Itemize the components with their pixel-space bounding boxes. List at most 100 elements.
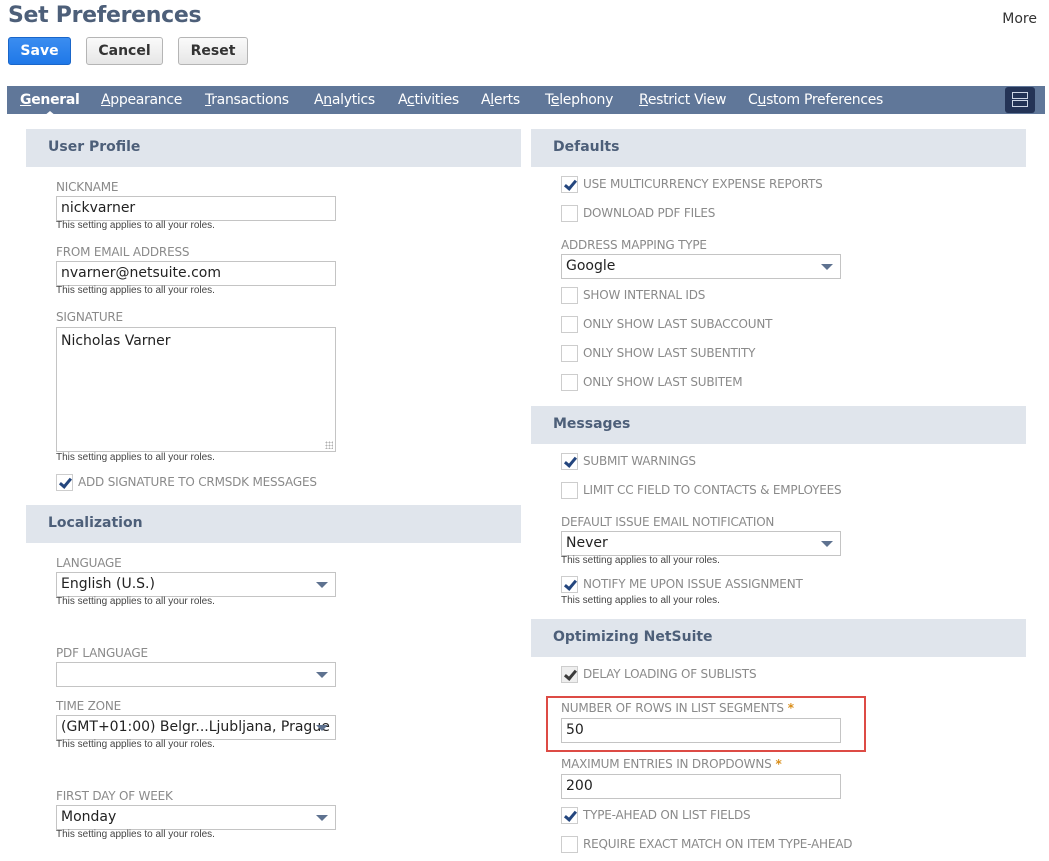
section-header-user-profile: User Profile — [26, 129, 521, 167]
delay-sublists-label: Delay Loading of Sublists — [583, 667, 757, 681]
chevron-down-icon — [821, 541, 833, 547]
type-ahead-checkbox[interactable] — [561, 807, 578, 824]
signature-textarea[interactable]: Nicholas Varner — [56, 327, 336, 452]
more-link[interactable]: More — [1002, 11, 1037, 27]
limit-cc-label: Limit CC Field to Contacts & Employees — [583, 483, 842, 497]
menu-toggle-icon-bottom — [1012, 100, 1028, 107]
type-ahead-row[interactable]: Type-Ahead on List Fields — [561, 807, 861, 825]
add-signature-checkbox[interactable] — [56, 474, 73, 491]
delay-sublists-checkbox[interactable] — [561, 666, 578, 683]
tab-activities[interactable]: Activities — [398, 92, 459, 108]
max-dropdown-entries-label: Maximum Entries in Dropdowns * — [561, 757, 782, 771]
time-zone-value: (GMT+01:00) Belgr...Ljubljana, Prague — [61, 719, 330, 735]
required-asterisk: * — [787, 701, 794, 715]
chevron-down-icon — [316, 725, 328, 731]
only-last-subaccount-label: Only Show Last Subaccount — [583, 317, 773, 331]
language-help: This setting applies to all your roles. — [56, 596, 215, 607]
download-pdf-label: Download PDF Files — [583, 206, 716, 220]
submit-warnings-checkbox[interactable] — [561, 453, 578, 470]
tab-restrict-view[interactable]: Restrict View — [639, 92, 726, 108]
only-last-subitem-checkbox[interactable] — [561, 374, 578, 391]
signature-label: Signature — [56, 310, 123, 324]
signature-help: This setting applies to all your roles. — [56, 452, 215, 463]
tab-alerts[interactable]: Alerts — [481, 92, 520, 108]
only-last-subaccount-row[interactable]: Only Show Last Subaccount — [561, 316, 861, 334]
use-multicurrency-label: Use Multicurrency Expense Reports — [583, 177, 823, 191]
cancel-button[interactable]: Cancel — [86, 37, 163, 65]
address-mapping-value: Google — [566, 258, 616, 274]
save-button[interactable]: Save — [8, 37, 71, 65]
tab-bar: General Appearance Transactions Analytic… — [7, 86, 1045, 116]
language-value: English (U.S.) — [61, 576, 155, 592]
only-last-subentity-label: Only Show Last Subentity — [583, 346, 756, 360]
section-header-defaults: Defaults — [531, 129, 1026, 167]
resize-grip-icon[interactable] — [325, 441, 333, 449]
tab-analytics[interactable]: Analytics — [314, 92, 375, 108]
address-mapping-select[interactable]: Google — [561, 254, 841, 279]
default-issue-email-label: Default Issue Email Notification — [561, 515, 775, 529]
section-header-messages: Messages — [531, 406, 1026, 444]
default-issue-email-value: Never — [566, 535, 608, 551]
section-header-localization: Localization — [26, 505, 521, 543]
nickname-input[interactable]: nickvarner — [56, 196, 336, 221]
submit-warnings-row[interactable]: Submit Warnings — [561, 453, 861, 471]
time-zone-help: This setting applies to all your roles. — [56, 739, 215, 750]
first-day-label: First Day of Week — [56, 789, 173, 803]
notify-issue-assignment-label: Notify Me Upon Issue Assignment — [583, 577, 803, 591]
only-last-subentity-checkbox[interactable] — [561, 345, 578, 362]
tab-telephony[interactable]: Telephony — [545, 92, 613, 108]
tab-general[interactable]: General — [20, 92, 80, 116]
section-header-optimizing: Optimizing NetSuite — [531, 619, 1026, 657]
nickname-label: Nickname — [56, 180, 119, 194]
tab-appearance[interactable]: Appearance — [101, 92, 182, 108]
exact-match-row[interactable]: Require Exact Match on Item Type-Ahead — [561, 836, 861, 854]
only-last-subitem-row[interactable]: Only Show Last Subitem — [561, 374, 861, 392]
menu-toggle-button[interactable] — [1005, 87, 1035, 113]
pdf-language-label: PDF Language — [56, 646, 148, 660]
chevron-down-icon — [316, 815, 328, 821]
use-multicurrency-checkbox[interactable] — [561, 176, 578, 193]
page-title: Set Preferences — [8, 3, 202, 28]
download-pdf-checkbox[interactable] — [561, 205, 578, 222]
from-email-help: This setting applies to all your roles. — [56, 285, 215, 296]
show-internal-ids-label: Show Internal IDs — [583, 288, 706, 302]
tab-custom-preferences[interactable]: Custom Preferences — [748, 92, 883, 108]
pdf-language-select[interactable] — [56, 662, 336, 687]
chevron-down-icon — [316, 582, 328, 588]
notify-issue-assignment-checkbox[interactable] — [561, 576, 578, 593]
menu-toggle-icon-top — [1012, 92, 1028, 99]
language-select[interactable]: English (U.S.) — [56, 572, 336, 597]
chevron-down-icon — [316, 672, 328, 678]
first-day-value: Monday — [61, 809, 117, 825]
rows-list-segments-input[interactable]: 50 — [561, 718, 841, 743]
tab-transactions[interactable]: Transactions — [205, 92, 289, 108]
only-last-subaccount-checkbox[interactable] — [561, 316, 578, 333]
default-issue-email-select[interactable]: Never — [561, 531, 841, 556]
show-internal-ids-checkbox[interactable] — [561, 287, 578, 304]
show-internal-ids-row[interactable]: Show Internal IDs — [561, 287, 861, 305]
default-issue-email-help: This setting applies to all your roles. — [561, 555, 720, 566]
delay-sublists-row[interactable]: Delay Loading of Sublists — [561, 666, 861, 684]
download-pdf-row[interactable]: Download PDF Files — [561, 205, 861, 223]
from-email-input[interactable]: nvarner@netsuite.com — [56, 261, 336, 286]
limit-cc-row[interactable]: Limit CC Field to Contacts & Employees — [561, 482, 861, 500]
add-signature-checkbox-row[interactable]: Add Signature to CRMSDK Messages — [56, 474, 356, 492]
reset-button[interactable]: Reset — [178, 37, 248, 65]
only-last-subentity-row[interactable]: Only Show Last Subentity — [561, 345, 861, 363]
language-label: Language — [56, 556, 122, 570]
chevron-down-icon — [821, 264, 833, 270]
use-multicurrency-row[interactable]: Use Multicurrency Expense Reports — [561, 176, 861, 194]
nickname-help: This setting applies to all your roles. — [56, 220, 215, 231]
rows-list-segments-label: Number of Rows in List Segments * — [561, 701, 794, 715]
limit-cc-checkbox[interactable] — [561, 482, 578, 499]
first-day-select[interactable]: Monday — [56, 805, 336, 830]
notify-issue-assignment-row[interactable]: Notify Me Upon Issue Assignment — [561, 576, 861, 594]
signature-text: Nicholas Varner — [61, 333, 171, 349]
exact-match-checkbox[interactable] — [561, 836, 578, 853]
notify-issue-assignment-help: This setting applies to all your roles. — [561, 595, 720, 606]
first-day-help: This setting applies to all your roles. — [56, 829, 215, 840]
type-ahead-label: Type-Ahead on List Fields — [583, 808, 751, 822]
submit-warnings-label: Submit Warnings — [583, 454, 696, 468]
max-dropdown-entries-input[interactable]: 200 — [561, 774, 841, 799]
time-zone-select[interactable]: (GMT+01:00) Belgr...Ljubljana, Prague — [56, 715, 336, 740]
